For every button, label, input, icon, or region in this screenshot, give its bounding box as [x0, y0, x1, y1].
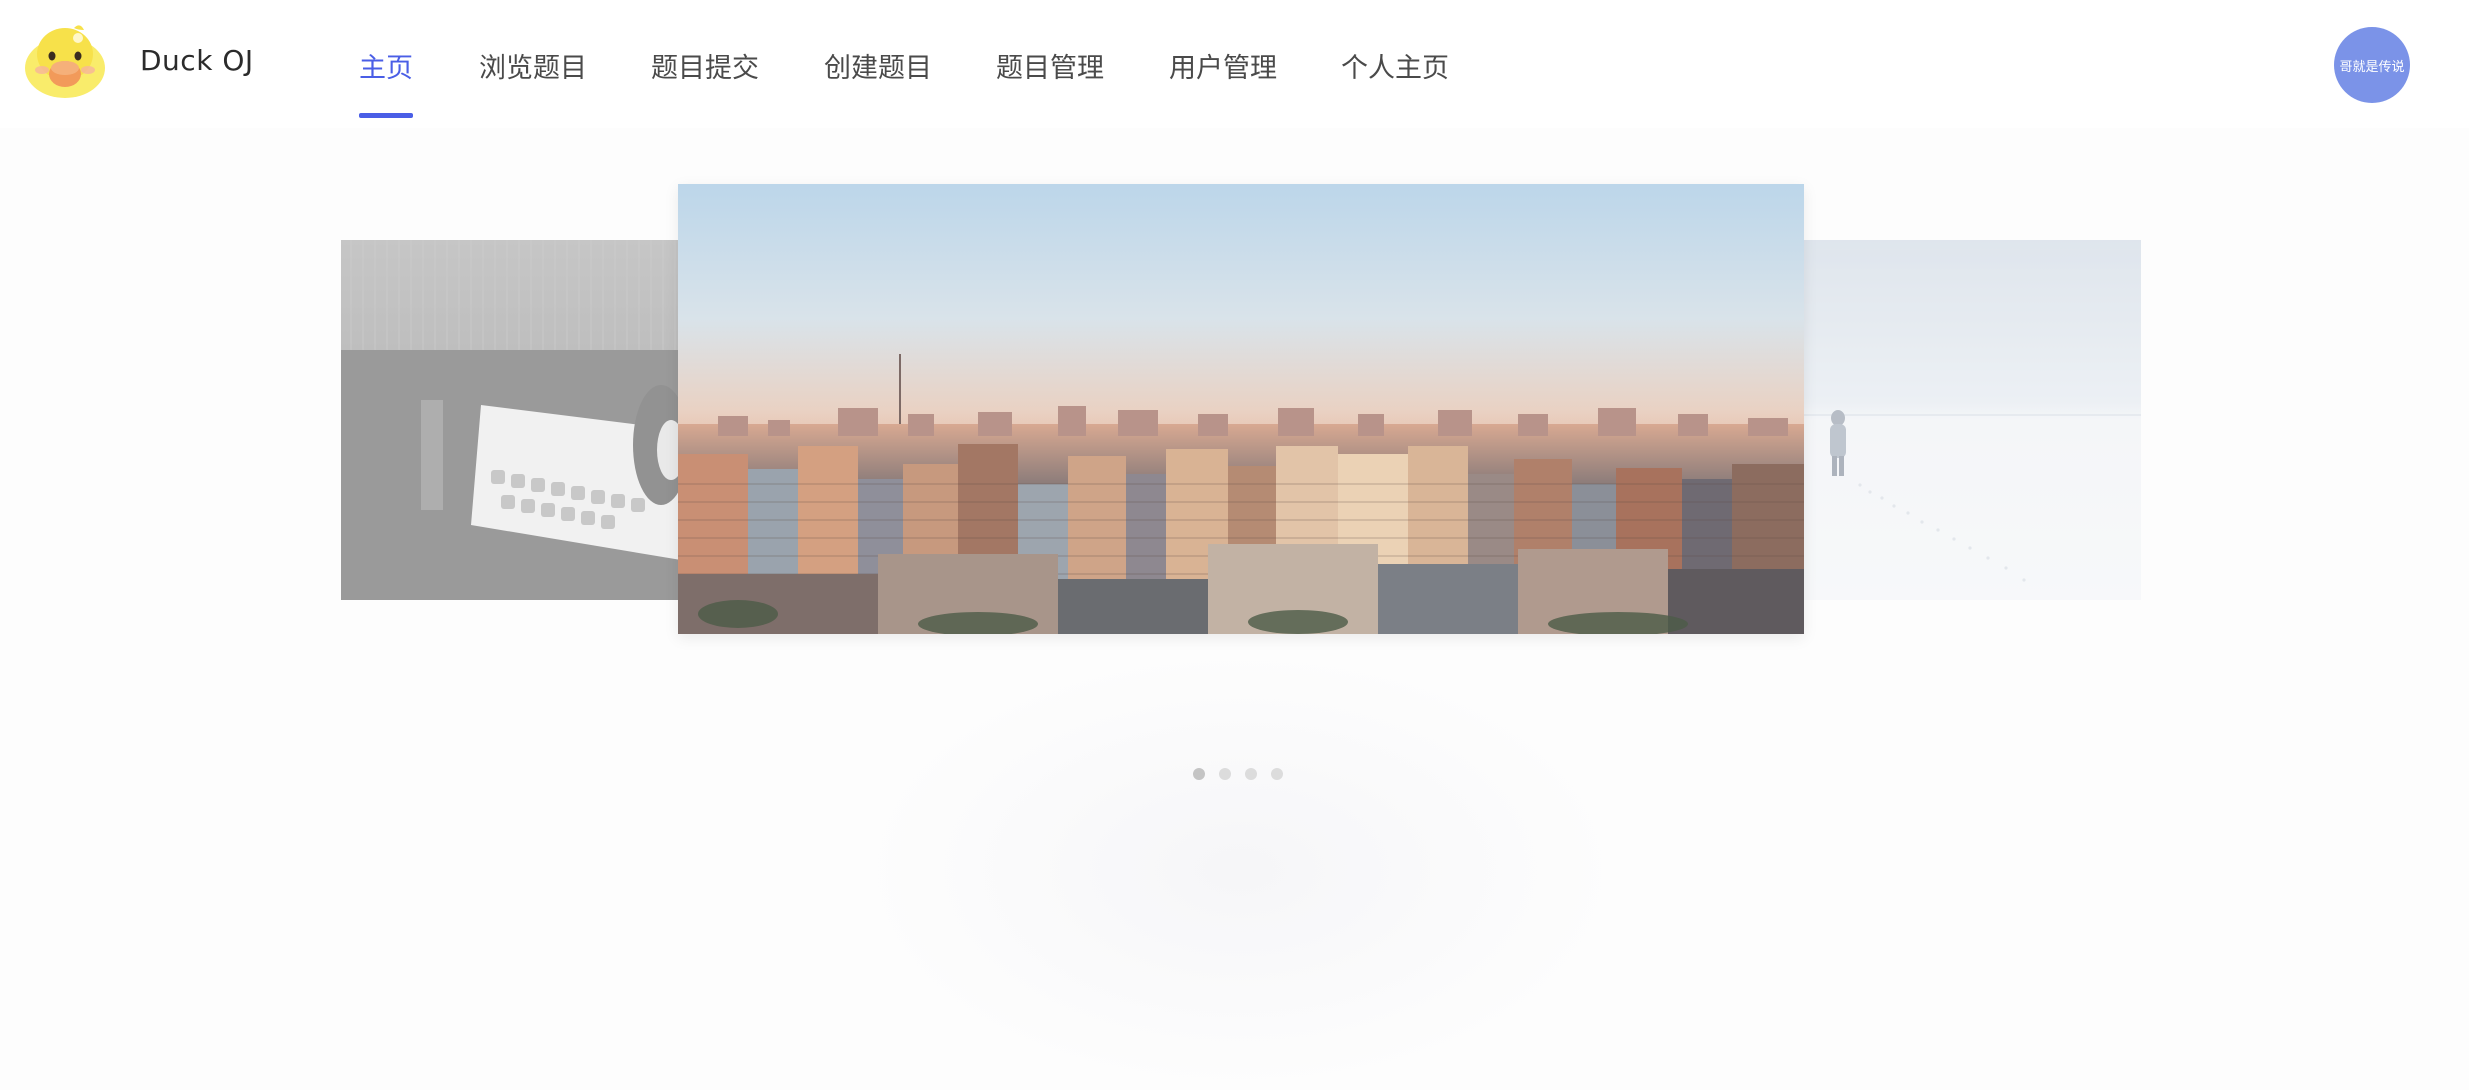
brand-name[interactable]: Duck OJ	[140, 44, 254, 77]
user-avatar-name: 哥就是传说	[2339, 59, 2405, 75]
carousel-slide-next[interactable]	[1800, 240, 2141, 600]
carousel-indicators	[1193, 768, 1283, 782]
keyboard-photo	[341, 240, 681, 600]
snowfield-photo	[1800, 240, 2141, 600]
nav-item-browse-problems[interactable]: 浏览题目	[479, 46, 587, 85]
carousel-reflection	[860, 650, 1620, 1090]
user-avatar[interactable]: 哥就是传说	[2334, 27, 2410, 103]
nav-item-home[interactable]: 主页	[359, 46, 413, 85]
top-navbar: Duck OJ 主页 浏览题目 题目提交 创建题目 题目管理 用户管理 个人主页…	[0, 0, 2469, 128]
carousel-slide-previous[interactable]	[341, 240, 681, 600]
nav-item-submissions[interactable]: 题目提交	[651, 46, 759, 85]
duck-logo-icon[interactable]	[22, 22, 108, 100]
nav-item-create-problem[interactable]: 创建题目	[824, 46, 932, 85]
carousel-dot-1[interactable]	[1193, 768, 1205, 780]
carousel-slide-current[interactable]	[678, 184, 1804, 634]
nav-active-indicator	[359, 113, 413, 118]
nav-item-manage-problems[interactable]: 题目管理	[996, 46, 1104, 85]
carousel-dot-4[interactable]	[1271, 768, 1283, 780]
page: Duck OJ 主页 浏览题目 题目提交 创建题目 题目管理 用户管理 个人主页…	[0, 0, 2469, 1090]
carousel-dot-2[interactable]	[1219, 768, 1231, 780]
city-skyline-photo	[678, 184, 1804, 634]
nav-item-profile[interactable]: 个人主页	[1341, 46, 1449, 85]
nav-item-manage-users[interactable]: 用户管理	[1169, 46, 1277, 85]
carousel-dot-3[interactable]	[1245, 768, 1257, 780]
